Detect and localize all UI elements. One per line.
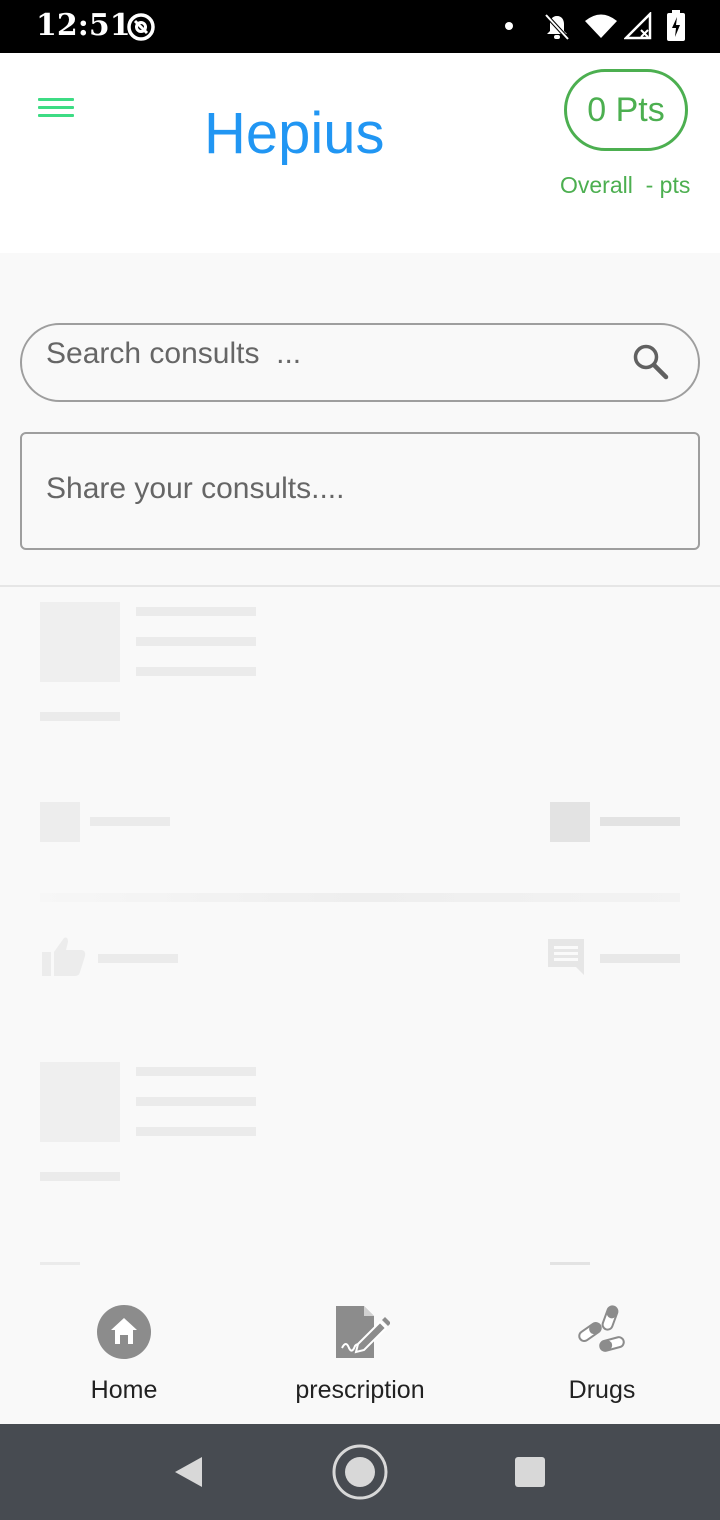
no-signal-icon (624, 12, 652, 40)
home-icon (97, 1305, 151, 1359)
skeleton-line (40, 712, 120, 721)
nav-prescription-label: prescription (295, 1376, 425, 1404)
notification-dot-icon (505, 22, 513, 30)
search-icon[interactable] (630, 341, 672, 383)
skeleton-line (136, 1067, 256, 1076)
nav-drugs-label: Drugs (568, 1376, 636, 1404)
battery-charging-icon (667, 10, 685, 41)
section-divider (0, 585, 720, 587)
nav-drugs[interactable]: Drugs (552, 1266, 652, 1424)
nav-prescription[interactable]: prescription (285, 1266, 435, 1424)
skeleton-line (136, 637, 256, 646)
skeleton-line (90, 817, 170, 826)
menu-button[interactable] (30, 88, 82, 128)
skeleton-line (550, 1262, 590, 1265)
mute-bell-icon (544, 13, 570, 41)
share-consult-input[interactable]: Share your consults.... (20, 432, 700, 550)
skeleton-chip (40, 802, 80, 842)
wifi-icon (585, 14, 617, 38)
back-icon[interactable] (172, 1455, 206, 1489)
skeleton-line (40, 1172, 120, 1181)
sync-icon (127, 13, 155, 41)
nav-home[interactable]: Home (64, 1266, 184, 1424)
app-title: Hepius (204, 101, 385, 166)
skeleton-line (40, 893, 680, 902)
skeleton-line (136, 1097, 256, 1106)
skeleton-line (136, 1127, 256, 1136)
skeleton-avatar (40, 602, 120, 682)
hamburger-line-icon (38, 106, 74, 109)
skeleton-line (40, 1262, 80, 1265)
share-consult-placeholder: Share your consults.... (46, 472, 345, 505)
skeleton-avatar (40, 1062, 120, 1142)
status-time: 12:51 (36, 8, 131, 43)
skeleton-line (136, 667, 256, 676)
search-input[interactable]: Search consults ... (20, 323, 700, 402)
system-navigation-bar (0, 1424, 720, 1520)
skeleton-line (600, 954, 680, 963)
hamburger-line-icon (38, 98, 74, 101)
prescription-icon (336, 1306, 390, 1358)
points-badge[interactable]: 0 Pts (564, 69, 688, 151)
skeleton-chip (550, 802, 590, 842)
overall-points-label: Overall - pts (560, 172, 691, 198)
search-placeholder: Search consults ... (46, 337, 302, 370)
skeleton-line (98, 954, 178, 963)
bottom-navigation: Home prescription Drugs (0, 1266, 720, 1424)
skeleton-line (136, 607, 256, 616)
comment-icon (548, 939, 584, 975)
home-circle-icon[interactable] (331, 1443, 389, 1501)
thumbs-up-icon (42, 937, 86, 976)
status-bar: 12:51 (0, 0, 720, 53)
skeleton-line (600, 817, 680, 826)
hamburger-line-icon (38, 114, 74, 117)
pills-icon (578, 1305, 625, 1352)
nav-home-label: Home (90, 1376, 158, 1404)
recents-icon[interactable] (514, 1456, 546, 1488)
